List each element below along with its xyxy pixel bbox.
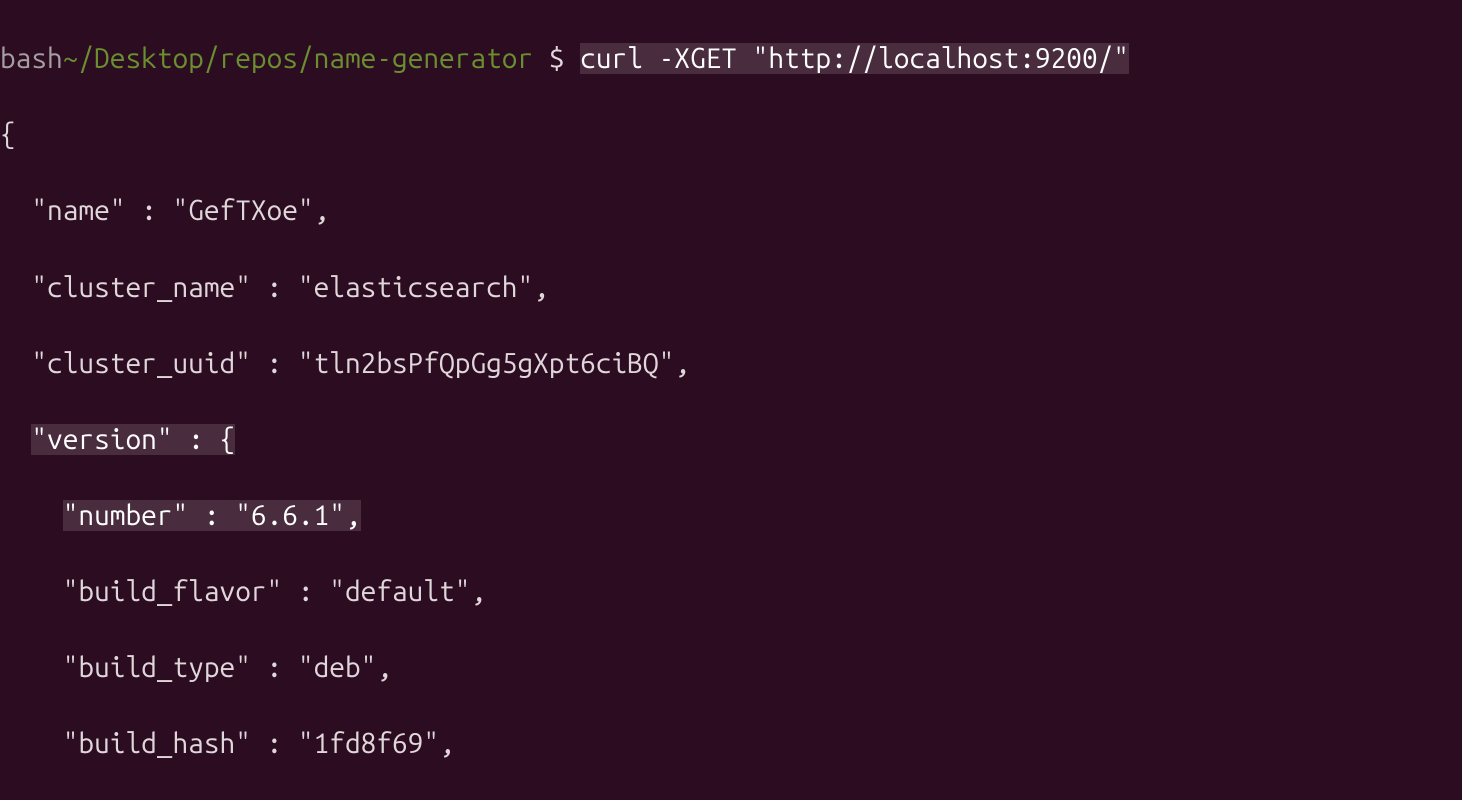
command-curl: curl -XGET "http://localhost:9200/" xyxy=(580,43,1129,74)
json-build-type: "build_type" : "deb", xyxy=(0,649,1462,687)
cwd-path: ~/Desktop/repos/name-generator xyxy=(63,43,533,74)
json-cluster-name: "cluster_name" : "elasticsearch", xyxy=(0,269,1462,307)
indent xyxy=(0,500,63,531)
version-key-highlight: "version" : { xyxy=(31,424,235,455)
json-version-number: "number" : "6.6.1", xyxy=(0,497,1462,535)
prompt-marker: $ xyxy=(533,43,580,74)
json-build-flavor: "build_flavor" : "default", xyxy=(0,573,1462,611)
version-number-highlight: "number" : "6.6.1", xyxy=(63,500,361,531)
json-cluster-uuid: "cluster_uuid" : "tln2bsPfQpGg5gXpt6ciBQ… xyxy=(0,345,1462,383)
json-build-hash: "build_hash" : "1fd8f69", xyxy=(0,725,1462,763)
terminal[interactable]: bash~/Desktop/repos/name-generator $ cur… xyxy=(0,0,1462,800)
json-open: { xyxy=(0,116,1462,154)
indent xyxy=(0,424,31,455)
json-version-open: "version" : { xyxy=(0,421,1462,459)
prompt-line-1: bash~/Desktop/repos/name-generator $ cur… xyxy=(0,40,1462,78)
json-name: "name" : "GefTXoe", xyxy=(0,192,1462,230)
shell-name: bash xyxy=(0,43,63,74)
